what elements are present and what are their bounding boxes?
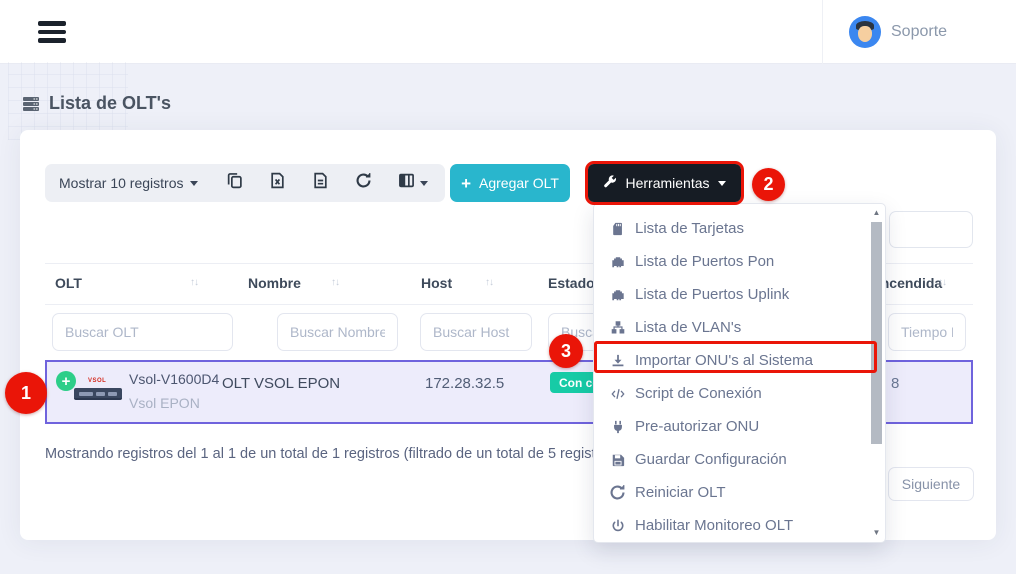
reload-table-button[interactable] — [355, 172, 372, 194]
sd-card-icon — [609, 222, 626, 236]
filter-nombre-input[interactable] — [277, 313, 398, 351]
add-olt-button[interactable]: + Agregar OLT — [450, 164, 570, 202]
table-search-input[interactable] — [889, 211, 973, 248]
plug-icon — [609, 420, 626, 434]
table-columns-icon — [398, 172, 415, 194]
olt-device-image: VSOL — [74, 378, 124, 408]
export-file-button[interactable] — [312, 172, 329, 194]
filter-olt-input[interactable] — [52, 313, 233, 351]
scroll-up-icon[interactable]: ▲ — [871, 208, 882, 218]
menu-item-label: Lista de Tarjetas — [635, 220, 744, 237]
dropdown-scrollbar[interactable]: ▲ ▼ — [870, 208, 883, 538]
olt-name-cell: Vsol-V1600D4 — [129, 371, 219, 387]
refresh-icon — [609, 484, 626, 501]
chevron-down-icon — [420, 181, 428, 186]
sort-icon[interactable]: ↑↓ — [190, 277, 198, 288]
menu-item-importar-onu-s-al-sistema[interactable]: Importar ONU's al Sistema — [594, 344, 885, 377]
column-header-olt[interactable]: OLT — [55, 275, 82, 291]
menu-item-label: Lista de Puertos Uplink — [635, 286, 789, 303]
export-excel-button[interactable] — [269, 172, 286, 194]
wrench-icon — [603, 175, 617, 192]
copy-button[interactable] — [226, 172, 243, 194]
add-olt-label: Agregar OLT — [479, 175, 559, 191]
hamburger-menu-icon[interactable] — [38, 21, 66, 43]
tiempo-encendida-cell: 8 — [891, 375, 899, 392]
annotation-box-herramientas: Herramientas — [585, 161, 744, 205]
refresh-icon — [355, 172, 372, 194]
plus-icon: + — [461, 175, 471, 192]
sort-icon[interactable]: ↑↓ — [485, 277, 493, 288]
herramientas-dropdown-menu: Lista de Tarjetas Lista de Puertos Pon Lis… — [593, 203, 886, 543]
page-title: Lista de OLT's — [22, 93, 171, 114]
filter-host-input[interactable] — [420, 313, 532, 351]
menu-item-label: Guardar Configuración — [635, 451, 787, 468]
filter-tiempo-input[interactable] — [888, 313, 966, 351]
menu-item-label: Pre-autorizar ONU — [635, 418, 759, 435]
menu-item-label: Lista de VLAN's — [635, 319, 741, 336]
pagination-next-button[interactable]: Siguiente — [888, 467, 974, 501]
menu-item-guardar-configuraci-n[interactable]: Guardar Configuración — [594, 443, 885, 476]
column-visibility-button[interactable] — [398, 172, 428, 194]
device-logo-label: VSOL — [88, 378, 106, 384]
save-icon — [609, 453, 626, 467]
annotation-step-3: 3 — [549, 334, 583, 368]
menu-item-lista-de-vlan-s[interactable]: Lista de VLAN's — [594, 311, 885, 344]
show-entries-label: Mostrar 10 registros — [59, 175, 183, 191]
herramientas-button[interactable]: Herramientas — [588, 164, 741, 202]
menu-item-label: Lista de Puertos Pon — [635, 253, 774, 270]
annotation-step-2: 2 — [752, 168, 785, 201]
ethernet-icon — [609, 255, 626, 269]
excel-file-icon — [269, 172, 286, 194]
user-name-label: Soporte — [891, 23, 947, 41]
column-header-nombre[interactable]: Nombre — [248, 275, 301, 291]
scroll-down-icon[interactable]: ▼ — [871, 528, 882, 538]
menu-item-lista-de-tarjetas[interactable]: Lista de Tarjetas — [594, 212, 885, 245]
chevron-down-icon — [190, 181, 198, 186]
olt-type-cell: Vsol EPON — [129, 395, 200, 411]
show-entries-dropdown[interactable]: Mostrar 10 registros — [59, 175, 198, 191]
power-icon — [609, 519, 626, 533]
menu-item-label: Habilitar Monitoreo OLT — [635, 517, 793, 534]
menu-item-lista-de-puertos-pon[interactable]: Lista de Puertos Pon — [594, 245, 885, 278]
menu-item-label: Script de Conexión — [635, 385, 762, 402]
top-navbar: Soporte — [0, 0, 1016, 64]
column-header-estado[interactable]: Estado — [548, 275, 595, 291]
table-info-text: Mostrando registros del 1 al 1 de un tot… — [45, 446, 620, 462]
document-icon — [312, 172, 329, 194]
table-controls-bar: Mostrar 10 registros — [45, 164, 445, 202]
menu-item-reiniciar-olt[interactable]: Reiniciar OLT — [594, 476, 885, 509]
menu-item-pre-autorizar-onu[interactable]: Pre-autorizar ONU — [594, 410, 885, 443]
avatar — [849, 16, 881, 48]
expand-row-icon[interactable]: + — [56, 371, 76, 391]
menu-item-lista-de-puertos-uplink[interactable]: Lista de Puertos Uplink — [594, 278, 885, 311]
page-title-label: Lista de OLT's — [49, 93, 171, 114]
download-icon — [609, 354, 626, 368]
sort-icon[interactable]: ↑↓ — [938, 277, 946, 288]
copy-icon — [226, 172, 243, 194]
server-icon — [22, 96, 40, 112]
host-cell: 172.28.32.5 — [425, 375, 504, 392]
nombre-cell: OLT VSOL EPON — [222, 375, 340, 392]
scrollbar-thumb[interactable] — [871, 222, 882, 444]
user-menu[interactable]: Soporte — [822, 0, 1016, 64]
herramientas-label: Herramientas — [625, 175, 709, 191]
sitemap-icon — [609, 321, 626, 335]
ethernet-icon — [609, 288, 626, 302]
menu-item-script-de-conexi-n[interactable]: Script de Conexión — [594, 377, 885, 410]
chevron-down-icon — [718, 181, 726, 186]
menu-item-label: Importar ONU's al Sistema — [635, 352, 813, 369]
code-icon — [609, 387, 626, 401]
annotation-step-1: 1 — [5, 372, 47, 414]
sort-icon[interactable]: ↑↓ — [331, 277, 339, 288]
menu-item-label: Reiniciar OLT — [635, 484, 726, 501]
column-header-host[interactable]: Host — [421, 275, 452, 291]
menu-item-habilitar-monitoreo-olt[interactable]: Habilitar Monitoreo OLT — [594, 509, 885, 542]
